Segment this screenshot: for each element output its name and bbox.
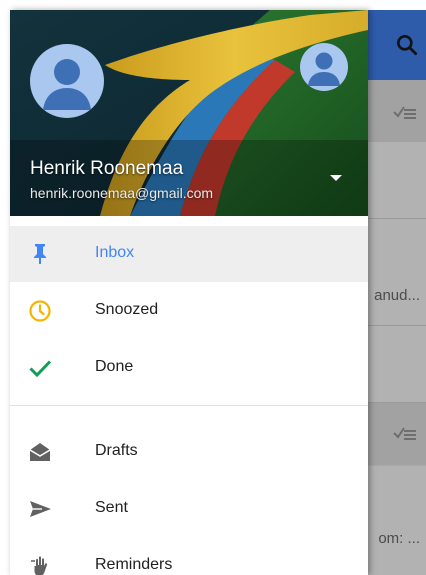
menu-divider: [10, 405, 368, 406]
send-icon: [30, 501, 51, 517]
menu-item-label: Inbox: [95, 244, 135, 261]
account-name: Henrik Roonemaa: [30, 158, 184, 179]
account-header: Henrik Roonemaa henrik.roonemaa@gmail.co…: [10, 10, 368, 216]
menu-item-inbox[interactable]: Inbox: [10, 226, 368, 282]
menu-item-drafts[interactable]: Drafts: [10, 424, 368, 480]
person-icon: [308, 52, 340, 86]
secondary-account-avatar[interactable]: [300, 43, 348, 91]
chevron-down-icon[interactable]: [329, 173, 343, 183]
menu-item-reminders[interactable]: Reminders: [10, 538, 368, 575]
navigation-drawer: Henrik Roonemaa henrik.roonemaa@gmail.co…: [10, 10, 368, 575]
menu-item-label: Reminders: [95, 556, 173, 573]
menu-item-sent[interactable]: Sent: [10, 481, 368, 537]
check-icon: [29, 360, 52, 378]
reminder-icon: [31, 556, 48, 575]
menu-item-label: Snoozed: [95, 301, 159, 318]
screen: anud... om: ... Henrik Roonemaa henrik.r…: [0, 0, 426, 575]
drafts-icon: [29, 443, 51, 461]
account-email: henrik.roonemaa@gmail.com: [30, 185, 214, 201]
menu-item-label: Sent: [95, 499, 128, 516]
menu-item-label: Drafts: [95, 442, 138, 459]
menu-item-done[interactable]: Done: [10, 340, 368, 396]
menu-item-snoozed[interactable]: Snoozed: [10, 283, 368, 339]
person-icon: [43, 59, 91, 110]
menu-item-label: Done: [95, 358, 134, 375]
pin-icon: [34, 244, 46, 264]
clock-icon: [29, 300, 51, 322]
account-avatar[interactable]: [30, 44, 104, 118]
